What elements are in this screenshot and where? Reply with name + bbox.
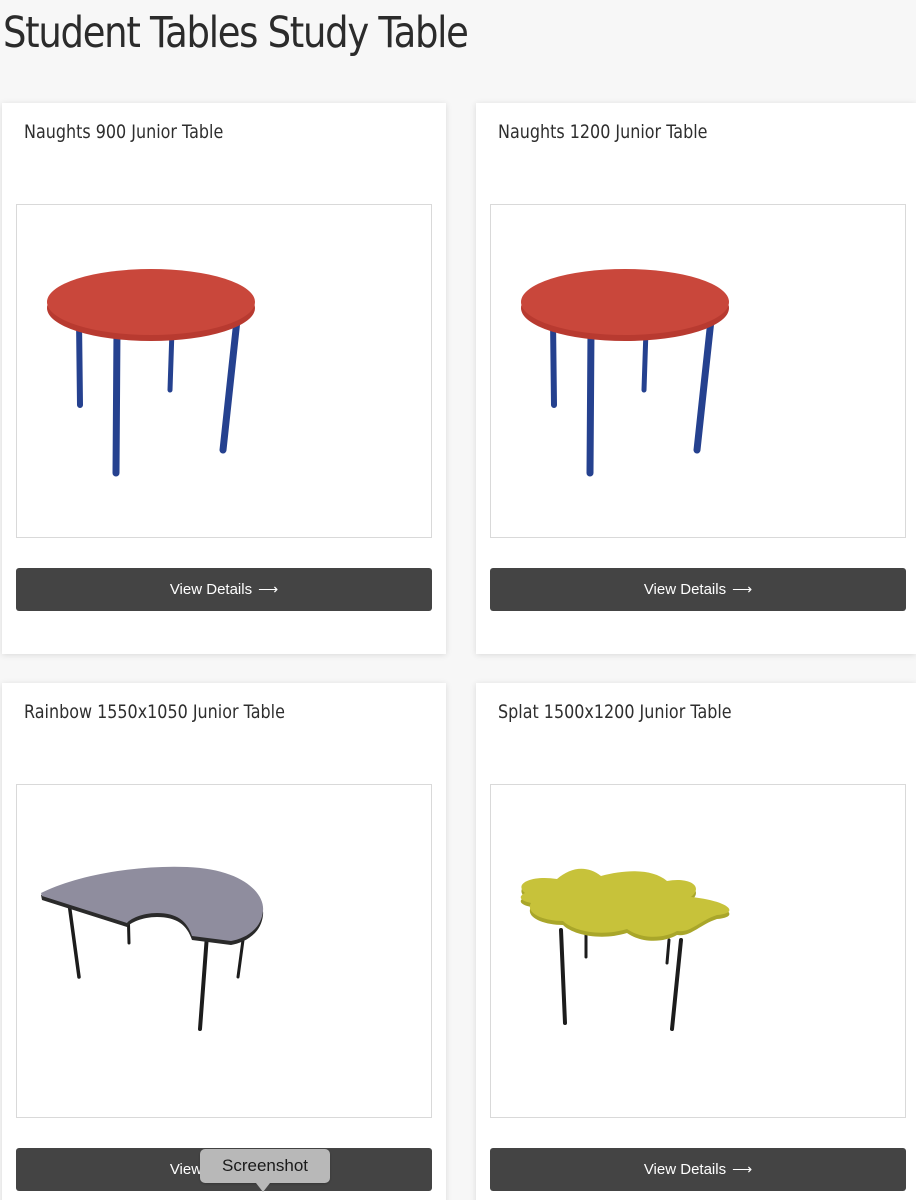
button-label: View Details	[169, 581, 253, 598]
product-card: Rainbow 1550x1050 Junior Table View Deta…	[2, 683, 446, 1200]
product-image[interactable]	[16, 784, 432, 1118]
right-arrow-icon: ⟶	[732, 1161, 753, 1177]
page: Student Tables Study Table Naughts 900 J…	[0, 0, 916, 1200]
button-label: View Details	[643, 581, 727, 598]
page-title: Student Tables Study Table	[3, 8, 469, 58]
product-image[interactable]	[16, 204, 432, 538]
product-image[interactable]	[490, 204, 906, 538]
product-card: Naughts 900 Junior Table View Details ⟶	[2, 103, 446, 654]
product-title[interactable]: Splat 1500x1200 Junior Table	[498, 701, 732, 723]
product-card: Naughts 1200 Junior Table View Details ⟶	[476, 103, 916, 654]
screenshot-tooltip: Screenshot	[200, 1149, 330, 1183]
product-title[interactable]: Naughts 900 Junior Table	[24, 121, 223, 143]
lilac-crescent-table-image	[41, 866, 264, 1031]
product-title[interactable]: Rainbow 1550x1050 Junior Table	[24, 701, 285, 723]
product-image[interactable]	[490, 784, 906, 1118]
red-round-table-image	[521, 269, 729, 477]
view-details-button[interactable]: View Details ⟶	[16, 568, 432, 611]
yellow-splat-table-image	[520, 868, 730, 1031]
product-card: Splat 1500x1200 Junior Table View Detail…	[476, 683, 916, 1200]
product-title[interactable]: Naughts 1200 Junior Table	[498, 121, 707, 143]
button-label: View Details	[643, 1161, 727, 1178]
view-details-button[interactable]: View Details ⟶	[490, 568, 906, 611]
tooltip-pointer	[256, 1183, 270, 1192]
view-details-button[interactable]: View Details ⟶	[490, 1148, 906, 1191]
right-arrow-icon: ⟶	[732, 581, 753, 597]
red-round-table-image	[47, 269, 255, 477]
right-arrow-icon: ⟶	[258, 581, 279, 597]
